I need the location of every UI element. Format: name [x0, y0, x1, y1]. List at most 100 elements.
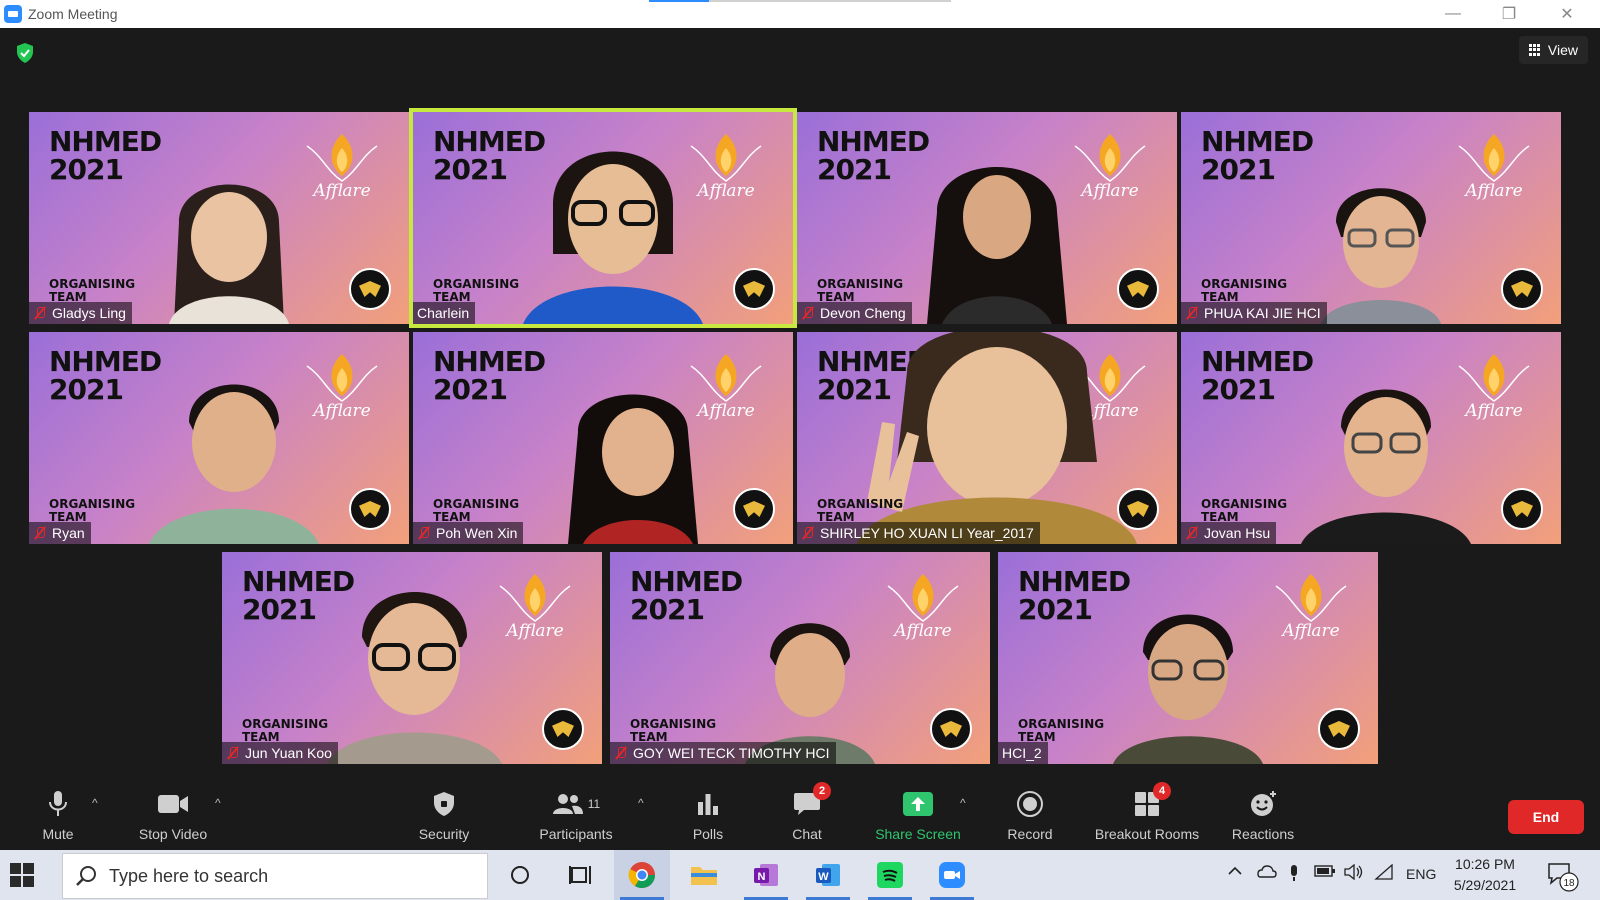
mute-button[interactable]: Mute	[36, 784, 80, 850]
security-button[interactable]: Security	[412, 784, 476, 850]
video-tile[interactable]: NHMED 2021 Afflare ORGANISING TEAM Devon C…	[797, 112, 1177, 324]
svg-text:Afflare: Afflare	[1079, 181, 1138, 201]
org-badge-icon	[1117, 268, 1159, 310]
svg-text:Afflare: Afflare	[892, 621, 951, 641]
video-tile[interactable]: NHMED 2021 Afflare ORGANISING TEAM Ryan	[29, 332, 409, 544]
org-label: ORGANISING TEAM	[1018, 717, 1105, 744]
participant-name: Ryan	[52, 525, 85, 541]
chat-unread-badge: 2	[813, 782, 831, 800]
video-tile[interactable]: NHMED 2021 Afflare ORGANISING TEAM Poh Wen…	[413, 332, 793, 544]
participants-options-caret[interactable]: ^	[638, 796, 644, 810]
participant-name: Jun Yuan Koo	[245, 745, 332, 761]
svg-text:Afflare: Afflare	[1463, 401, 1522, 421]
participant-video-icon	[1321, 188, 1441, 324]
video-options-caret[interactable]: ^	[215, 796, 221, 810]
onedrive-cloud-icon[interactable]	[1255, 864, 1277, 881]
zoom-logo-icon	[4, 5, 22, 23]
org-label: ORGANISING TEAM	[1201, 497, 1288, 524]
participant-nameplate: Jovan Hsu	[1181, 522, 1277, 544]
org-label: ORGANISING TEAM	[242, 717, 329, 744]
chrome-icon[interactable]	[614, 850, 670, 900]
org-badge-icon	[349, 488, 391, 530]
participant-name: SHIRLEY HO XUAN LI Year_2017	[820, 525, 1034, 541]
record-button[interactable]: Record	[1005, 784, 1055, 850]
video-tile[interactable]: NHMED 2021 Afflare ORGANISING TEAM Jovan H…	[1181, 332, 1561, 544]
windows-start-icon[interactable]	[10, 863, 34, 887]
audio-options-caret[interactable]: ^	[92, 796, 98, 810]
share-options-caret[interactable]: ^	[960, 796, 966, 810]
participant-nameplate: SHIRLEY HO XUAN LI Year_2017	[797, 522, 1040, 544]
volume-icon[interactable]	[1344, 863, 1364, 883]
org-label: ORGANISING TEAM	[1201, 277, 1288, 304]
participant-video-icon	[568, 394, 698, 544]
event-title: NHMED 2021	[630, 565, 743, 626]
polls-bar-chart-icon	[692, 788, 724, 820]
close-button[interactable]: ✕	[1544, 0, 1590, 28]
org-badge-icon	[733, 488, 775, 530]
view-label: View	[1547, 42, 1578, 58]
muted-mic-icon	[33, 306, 47, 320]
participant-name: PHUA KAI JIE HCI	[1204, 305, 1321, 321]
video-tile[interactable]: NHMED 2021 Afflare ORGANISING TEAM GOY WEI…	[610, 552, 990, 764]
file-explorer-icon[interactable]	[676, 850, 732, 900]
participant-name: HCI_2	[1002, 745, 1042, 761]
spotify-icon[interactable]	[862, 850, 918, 900]
end-meeting-button[interactable]: End	[1508, 800, 1584, 834]
restore-button[interactable]: ❐	[1486, 0, 1532, 28]
participants-button[interactable]: 11 Participants	[534, 784, 618, 850]
share-screen-button[interactable]: Share Screen	[874, 784, 962, 850]
show-hidden-icons-chevron-icon[interactable]	[1228, 864, 1242, 879]
taskbar-clock[interactable]: 10:26 PM 5/29/2021	[1446, 854, 1524, 896]
video-tile[interactable]: NHMED 2021 Afflare ORGANISING TEAM PHUA KA…	[1181, 112, 1561, 324]
participant-nameplate: PHUA KAI JIE HCI	[1181, 302, 1327, 324]
afflare-logo-icon: Afflare	[1275, 574, 1347, 641]
cortana-icon[interactable]	[492, 850, 548, 900]
org-badge-icon	[542, 708, 584, 750]
zoom-app-icon[interactable]	[924, 850, 980, 900]
task-view-icon[interactable]	[552, 850, 608, 900]
participant-video-icon	[1301, 389, 1471, 544]
svg-text:Afflare: Afflare	[504, 621, 563, 641]
video-tile[interactable]: NHMED 2021 Afflare ORGANISING TEAM Gladys …	[29, 112, 409, 324]
participant-name: Devon Cheng	[820, 305, 906, 321]
encryption-shield-icon[interactable]	[15, 42, 35, 64]
notifications-icon[interactable]: 18	[1547, 862, 1579, 895]
participant-nameplate: Charlein	[413, 302, 476, 324]
wifi-icon[interactable]	[1374, 863, 1394, 883]
microphone-tray-icon[interactable]	[1288, 864, 1300, 885]
event-title: NHMED 2021	[49, 125, 162, 186]
muted-mic-icon	[226, 746, 240, 760]
svg-text:Afflare: Afflare	[695, 181, 754, 201]
org-badge-icon	[1318, 708, 1360, 750]
minimize-button[interactable]: —	[1430, 0, 1476, 28]
participant-nameplate: Gladys Ling	[29, 302, 132, 324]
breakout-rooms-icon: 4	[1131, 782, 1171, 820]
polls-button[interactable]: Polls	[686, 784, 730, 850]
reactions-button[interactable]: Reactions	[1227, 784, 1299, 850]
breakout-rooms-button[interactable]: 4 Breakout Rooms	[1090, 782, 1204, 850]
word-icon[interactable]: W	[800, 850, 856, 900]
video-tile-active-speaker[interactable]: NHMED 2021 Afflare ORGANISING TEAM Charlei…	[409, 108, 797, 328]
chat-button[interactable]: 2 Chat	[785, 782, 831, 850]
video-tile[interactable]: NHMED 2021 Afflare ORGANISING TEAM HCI_2	[998, 552, 1378, 764]
participant-name: GOY WEI TECK TIMOTHY HCI	[633, 745, 830, 761]
participant-name: Jovan Hsu	[1204, 525, 1271, 541]
video-tile[interactable]: NHMED 2021 Afflare ORGANISING TEAM Jun Yua…	[222, 552, 602, 764]
taskbar-search-box[interactable]: Type here to search	[62, 853, 488, 899]
window-title: Zoom Meeting	[28, 6, 118, 22]
search-placeholder: Type here to search	[109, 865, 269, 886]
participants-count: 11	[587, 797, 601, 811]
battery-icon[interactable]	[1314, 864, 1336, 881]
afflare-logo-icon: Afflare	[887, 574, 959, 641]
org-label: ORGANISING TEAM	[630, 717, 717, 744]
input-language[interactable]: ENG	[1406, 866, 1436, 882]
muted-mic-icon	[614, 746, 628, 760]
org-badge-icon	[1117, 488, 1159, 530]
share-screen-icon	[902, 788, 934, 820]
stop-video-button[interactable]: Stop Video	[134, 784, 212, 850]
video-tile[interactable]: NHMED 2021 Afflare ORGANISING TEAM SHIRLEY…	[797, 332, 1177, 544]
onenote-icon[interactable]: N	[738, 850, 794, 900]
org-label: ORGANISING TEAM	[49, 277, 136, 304]
view-button[interactable]: View	[1518, 36, 1588, 64]
search-icon	[76, 866, 96, 886]
